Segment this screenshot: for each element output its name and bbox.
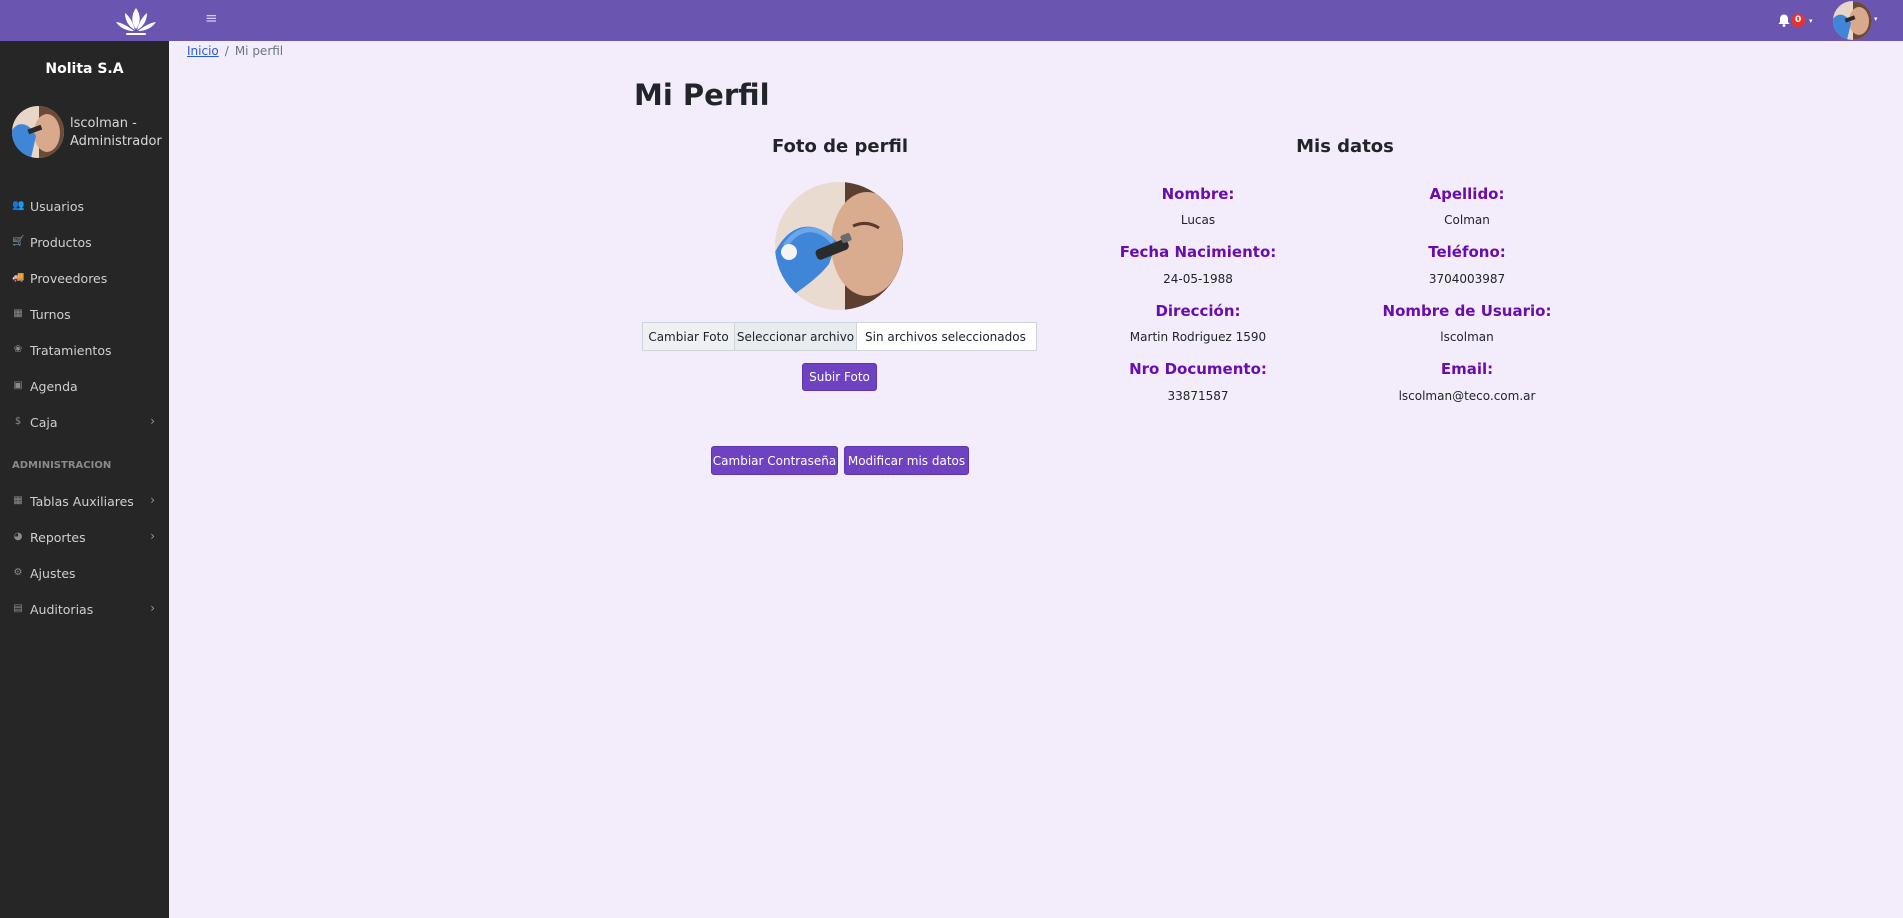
sidebar-item-reportes[interactable]: ◕ Reportes › [0, 520, 169, 554]
sidebar-item-turnos[interactable]: ▦ Turnos [0, 297, 169, 331]
company-name: Nolita S.A [45, 61, 124, 77]
sidebar-item-usuarios[interactable]: 👥 Usuarios [0, 189, 169, 223]
sidebar-item-label: Productos [30, 234, 92, 250]
sidebar-item-label: Tablas Auxiliares [30, 493, 134, 509]
telefono-value: 3704003987 [1428, 272, 1506, 286]
truck-icon: 🚚 [12, 272, 25, 283]
chevron-down-icon: ▾ [1809, 17, 1813, 25]
sidebar-item-label: Usuarios [30, 198, 85, 214]
chevron-down-icon: ▾ [1874, 15, 1878, 23]
chevron-right-icon: › [150, 601, 155, 615]
lotus-logo-icon[interactable] [112, 4, 160, 38]
gear-icon: ⚙ [13, 567, 23, 578]
sidebar-item-tablas-auxiliares[interactable]: ▦ Tablas Auxiliares › [0, 484, 169, 518]
chevron-right-icon: › [150, 529, 155, 543]
sidebar-item-label: Tratamientos [30, 342, 112, 358]
nro-documento-value: 33871587 [1167, 389, 1229, 403]
sidebar-section-label: ADMINISTRACION [12, 460, 112, 471]
nombre-value: Lucas [1180, 213, 1216, 227]
calendar-icon: ▦ [13, 308, 23, 319]
sidebar-item-tratamientos[interactable]: ❀ Tratamientos [0, 333, 169, 367]
my-data-title: Mis datos [1296, 136, 1394, 157]
chevron-right-icon: › [150, 414, 155, 428]
top-navbar: ≡ 0 ▾ ▾ [0, 0, 1903, 41]
direccion-label: Dirección: [1155, 302, 1241, 320]
sidebar-user-name: lscolman - Administrador [70, 116, 162, 149]
sidebar-avatar [12, 106, 64, 158]
email-value: lscolman@teco.com.ar [1398, 389, 1536, 403]
sidebar-item-auditorias[interactable]: ▤ Auditorias › [0, 592, 169, 626]
apellido-label: Apellido: [1429, 185, 1505, 203]
lotus-icon: ❀ [13, 344, 23, 355]
sidebar: Nolita S.A lscolman - Administrador 👥 Us… [0, 41, 169, 918]
users-icon: 👥 [12, 200, 25, 211]
breadcrumb: Inicio / Mi perfil [187, 44, 283, 58]
change-password-button[interactable]: Cambiar Contraseña [711, 446, 838, 475]
book-icon: ▤ [13, 603, 23, 614]
avatar-image [12, 106, 64, 158]
select-file-button[interactable]: Seleccionar archivo [735, 323, 857, 350]
page-title: Mi Perfil [634, 78, 770, 112]
sidebar-item-ajustes[interactable]: ⚙ Ajustes [0, 556, 169, 590]
fecha-nacimiento-value: 24-05-1988 [1163, 272, 1233, 286]
notification-count-badge: 0 [1791, 14, 1806, 27]
profile-photo-title: Foto de perfil [771, 136, 908, 157]
sidebar-item-label: Auditorias [30, 601, 94, 617]
sidebar-item-label: Proveedores [30, 270, 108, 286]
sidebar-item-proveedores[interactable]: 🚚 Proveedores [0, 261, 169, 295]
chevron-right-icon: › [150, 493, 155, 507]
sidebar-item-label: Turnos [30, 306, 71, 322]
profile-picture [775, 182, 903, 310]
chart-pie-icon: ◕ [13, 531, 23, 542]
edit-data-button[interactable]: Modificar mis datos [844, 446, 969, 475]
profile-image [775, 182, 903, 310]
file-upload-label: Cambiar Foto [643, 323, 735, 350]
avatar-image [1833, 1, 1872, 40]
table-icon: ▦ [13, 495, 23, 506]
sidebar-item-label: Caja [30, 414, 58, 430]
nombre-label: Nombre: [1161, 185, 1235, 203]
nombre-usuario-value: lscolman [1440, 330, 1494, 344]
sidebar-item-caja[interactable]: $ Caja › [0, 405, 169, 439]
breadcrumb-separator: / [224, 44, 229, 58]
agenda-icon: ▣ [13, 380, 23, 391]
sidebar-item-label: Agenda [30, 378, 78, 394]
bell-icon [1778, 14, 1790, 27]
apellido-value: Colman [1444, 213, 1490, 227]
breadcrumb-home-link[interactable]: Inicio [187, 44, 219, 58]
sidebar-item-label: Ajustes [30, 565, 76, 581]
notifications-button[interactable]: 0 ▾ [1778, 13, 1818, 29]
nombre-usuario-label: Nombre de Usuario: [1382, 302, 1552, 320]
fecha-nacimiento-label: Fecha Nacimiento: [1119, 243, 1277, 261]
direccion-value: Martin Rodriguez 1590 [1129, 330, 1267, 344]
telefono-label: Teléfono: [1428, 243, 1506, 261]
file-upload-group: Cambiar Foto Seleccionar archivo Sin arc… [642, 322, 1037, 351]
sidebar-item-productos[interactable]: 🛒 Productos [0, 225, 169, 259]
breadcrumb-current: Mi perfil [234, 44, 284, 58]
sidebar-item-agenda[interactable]: ▣ Agenda [0, 369, 169, 403]
cart-icon: 🛒 [12, 236, 25, 247]
upload-photo-button[interactable]: Subir Foto [802, 363, 877, 391]
file-status-text: Sin archivos seleccionados [865, 329, 1026, 344]
email-label: Email: [1440, 360, 1494, 378]
sidebar-item-label: Reportes [30, 529, 86, 545]
nro-documento-label: Nro Documento: [1129, 360, 1267, 378]
user-avatar[interactable] [1833, 1, 1872, 40]
menu-toggle-icon[interactable]: ≡ [205, 9, 218, 27]
dollar-icon: $ [14, 416, 22, 427]
